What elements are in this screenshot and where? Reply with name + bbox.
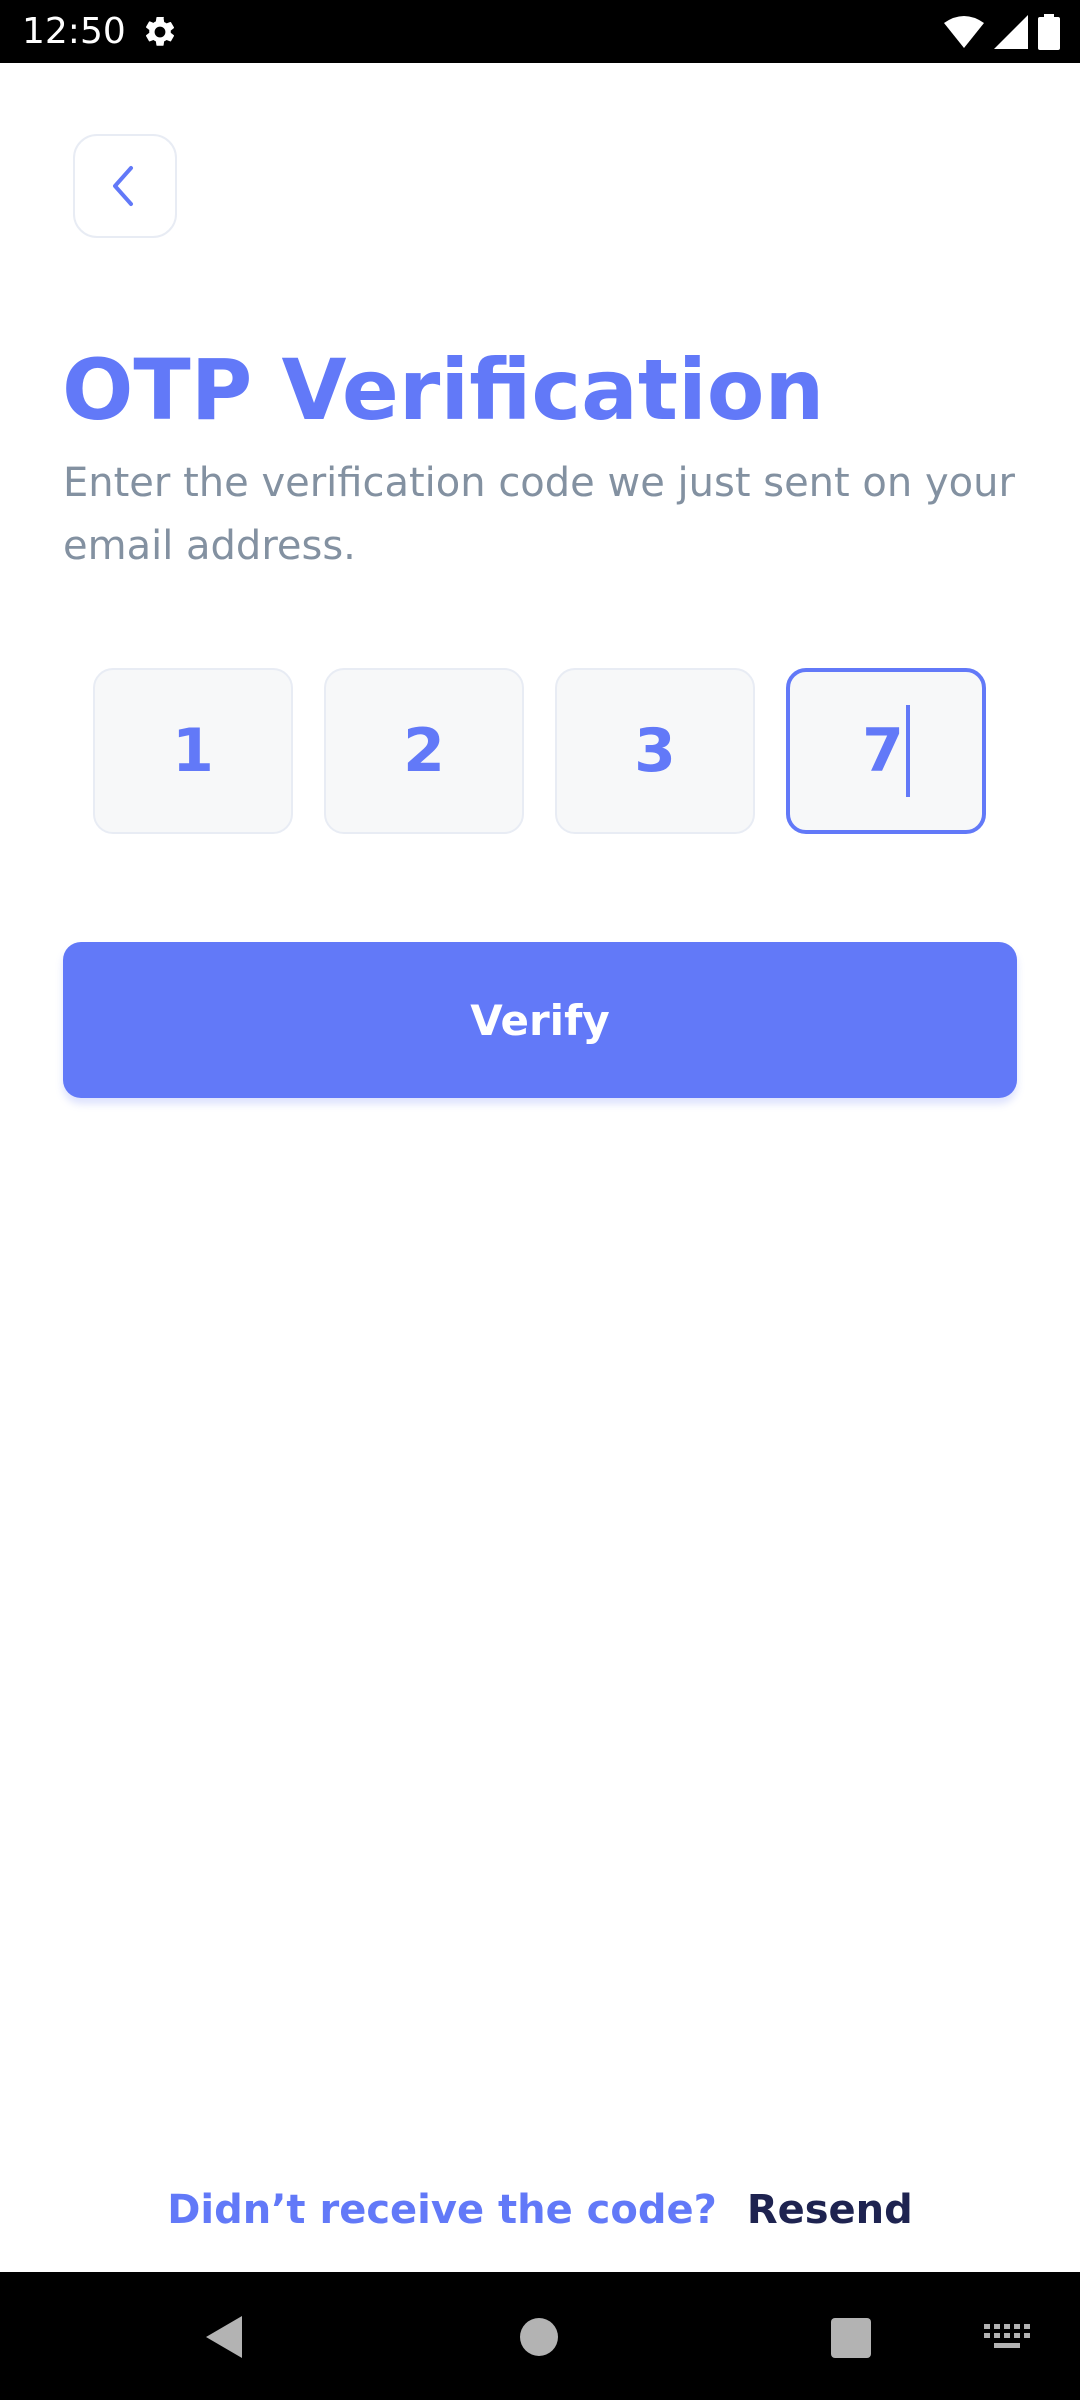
otp-input-group: 1 2 3 7 bbox=[93, 668, 987, 836]
text-cursor bbox=[905, 705, 910, 797]
page-subtitle: Enter the verification code we just sent… bbox=[63, 460, 1015, 569]
back-button[interactable] bbox=[73, 134, 177, 238]
otp-digit-4[interactable]: 7 bbox=[786, 668, 986, 834]
signal-icon bbox=[994, 15, 1028, 49]
otp-digit-1[interactable]: 1 bbox=[93, 668, 293, 834]
otp-digit-value: 1 bbox=[172, 716, 214, 786]
resend-row: Didn’t receive the code? Resend bbox=[0, 2180, 1080, 2240]
settings-icon bbox=[145, 16, 175, 46]
otp-digit-value: 3 bbox=[634, 716, 676, 786]
otp-digit-value: 2 bbox=[403, 716, 445, 786]
verify-button-label: Verify bbox=[470, 995, 610, 1045]
status-bar: 12:50 bbox=[0, 0, 1080, 63]
back-triangle-icon[interactable] bbox=[204, 2314, 244, 2360]
verify-button[interactable]: Verify bbox=[63, 942, 1017, 1098]
wifi-icon bbox=[944, 16, 984, 48]
otp-verification-screen: 12:50 OTP Verification Enter the verific… bbox=[0, 0, 1080, 2400]
resend-question: Didn’t receive the code? bbox=[167, 2187, 717, 2233]
otp-digit-value: 7 bbox=[862, 716, 904, 786]
battery-icon bbox=[1038, 14, 1060, 50]
status-time: 12:50 bbox=[22, 11, 126, 52]
resend-link[interactable]: Resend bbox=[747, 2187, 913, 2233]
page-title: OTP Verification bbox=[62, 341, 825, 439]
chevron-left-icon bbox=[113, 166, 133, 206]
keyboard-icon[interactable] bbox=[984, 2324, 1030, 2352]
recents-square-icon[interactable] bbox=[831, 2318, 871, 2358]
home-circle-icon[interactable] bbox=[520, 2318, 558, 2356]
otp-digit-2[interactable]: 2 bbox=[324, 668, 524, 834]
navigation-bar bbox=[0, 2272, 1080, 2400]
status-icons bbox=[944, 12, 1060, 52]
otp-digit-3[interactable]: 3 bbox=[555, 668, 755, 834]
